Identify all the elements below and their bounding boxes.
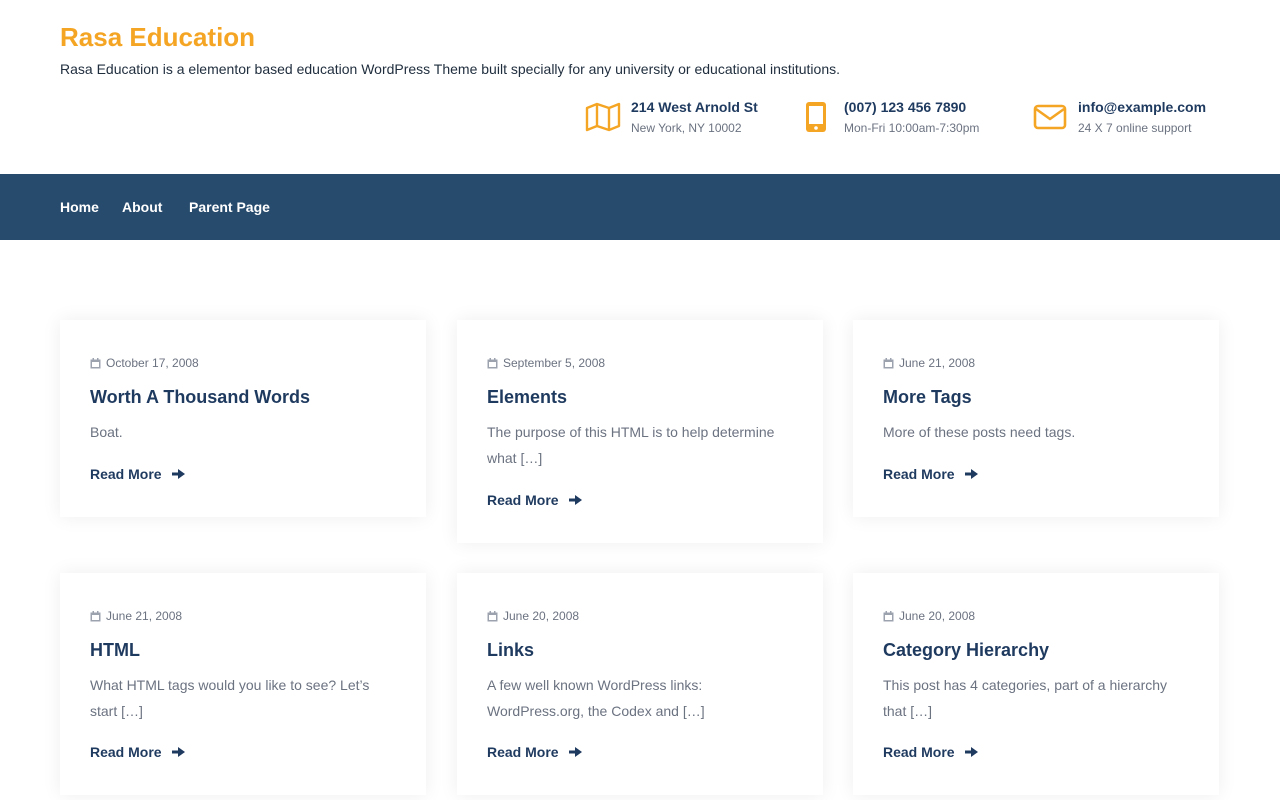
main-navigation: Home About Parent Page xyxy=(0,174,1280,240)
read-more-label: Read More xyxy=(883,466,955,482)
map-icon xyxy=(585,99,621,135)
envelope-icon xyxy=(1032,99,1068,135)
post-title[interactable]: More Tags xyxy=(883,386,972,408)
post-date: June 21, 2008 xyxy=(90,609,182,623)
read-more-label: Read More xyxy=(487,492,559,508)
read-more-label: Read More xyxy=(90,744,162,760)
post-excerpt: A few well known WordPress links: WordPr… xyxy=(487,677,705,719)
arrow-right-icon xyxy=(568,747,582,757)
contact-phone: (007) 123 456 7890 Mon-Fri 10:00am-7:30p… xyxy=(798,98,979,136)
arrow-right-icon xyxy=(171,747,185,757)
post-excerpt: What HTML tags would you like to see? Le… xyxy=(90,677,370,719)
contact-phone-hours: Mon-Fri 10:00am-7:30pm xyxy=(844,121,980,135)
contact-address: 214 West Arnold St New York, NY 10002 xyxy=(585,98,758,136)
calendar-icon xyxy=(487,357,498,368)
site-title[interactable]: Rasa Education xyxy=(60,22,255,53)
post-date-text: June 21, 2008 xyxy=(899,356,976,370)
post-date-text: June 21, 2008 xyxy=(106,609,183,623)
contact-email-support: 24 X 7 online support xyxy=(1078,121,1192,135)
post-card: June 20, 2008 Links A few well known Wor… xyxy=(457,573,823,795)
mobile-phone-icon xyxy=(798,99,834,135)
arrow-right-icon xyxy=(568,495,582,505)
site-description: Rasa Education is a elementor based educ… xyxy=(60,61,841,77)
read-more-label: Read More xyxy=(883,744,955,760)
contact-email-address[interactable]: info@example.com xyxy=(1078,98,1206,116)
post-date-text: June 20, 2008 xyxy=(899,609,976,623)
post-card: June 21, 2008 HTML What HTML tags would … xyxy=(60,573,426,795)
contact-email: info@example.com 24 X 7 online support xyxy=(1032,98,1206,136)
post-card: October 17, 2008 Worth A Thousand Words … xyxy=(60,320,426,517)
nav-item-home[interactable]: Home xyxy=(60,198,99,216)
contact-address-line1: 214 West Arnold St xyxy=(631,99,758,115)
contact-phone-number[interactable]: (007) 123 456 7890 xyxy=(844,98,979,116)
post-date-text: October 17, 2008 xyxy=(106,356,199,370)
post-date: June 20, 2008 xyxy=(487,609,579,623)
post-excerpt: More of these posts need tags. xyxy=(883,424,1076,440)
post-excerpt: Boat. xyxy=(90,424,123,440)
nav-item-about[interactable]: About xyxy=(122,198,162,216)
post-date: October 17, 2008 xyxy=(90,356,199,370)
nav-item-parent-page[interactable]: Parent Page xyxy=(189,198,270,216)
read-more-label: Read More xyxy=(487,744,559,760)
site-header: Rasa Education Rasa Education is a eleme… xyxy=(0,0,1280,174)
calendar-icon xyxy=(90,610,101,621)
read-more-label: Read More xyxy=(90,466,162,482)
post-date-text: June 20, 2008 xyxy=(503,609,580,623)
post-title[interactable]: Worth A Thousand Words xyxy=(90,386,310,408)
read-more-link[interactable]: Read More xyxy=(883,744,978,760)
post-card: June 20, 2008 Category Hierarchy This po… xyxy=(853,573,1219,795)
post-excerpt: This post has 4 categories, part of a hi… xyxy=(883,677,1168,719)
post-date: June 21, 2008 xyxy=(883,356,975,370)
arrow-right-icon xyxy=(964,747,978,757)
contact-address-line2: New York, NY 10002 xyxy=(631,121,742,135)
arrow-right-icon xyxy=(171,469,185,479)
post-date-text: September 5, 2008 xyxy=(503,356,606,370)
arrow-right-icon xyxy=(964,469,978,479)
post-title[interactable]: HTML xyxy=(90,639,140,661)
read-more-link[interactable]: Read More xyxy=(90,466,185,482)
post-title[interactable]: Elements xyxy=(487,386,567,408)
read-more-link[interactable]: Read More xyxy=(487,492,582,508)
post-card: June 21, 2008 More Tags More of these po… xyxy=(853,320,1219,517)
post-title[interactable]: Category Hierarchy xyxy=(883,639,1049,661)
post-date: June 20, 2008 xyxy=(883,609,975,623)
post-title[interactable]: Links xyxy=(487,639,534,661)
read-more-link[interactable]: Read More xyxy=(883,466,978,482)
read-more-link[interactable]: Read More xyxy=(90,744,185,760)
calendar-icon xyxy=(90,357,101,368)
calendar-icon xyxy=(883,357,894,368)
post-date: September 5, 2008 xyxy=(487,356,605,370)
calendar-icon xyxy=(883,610,894,621)
post-excerpt: The purpose of this HTML is to help dete… xyxy=(487,424,775,466)
read-more-link[interactable]: Read More xyxy=(487,744,582,760)
calendar-icon xyxy=(487,610,498,621)
post-card: September 5, 2008 Elements The purpose o… xyxy=(457,320,823,543)
